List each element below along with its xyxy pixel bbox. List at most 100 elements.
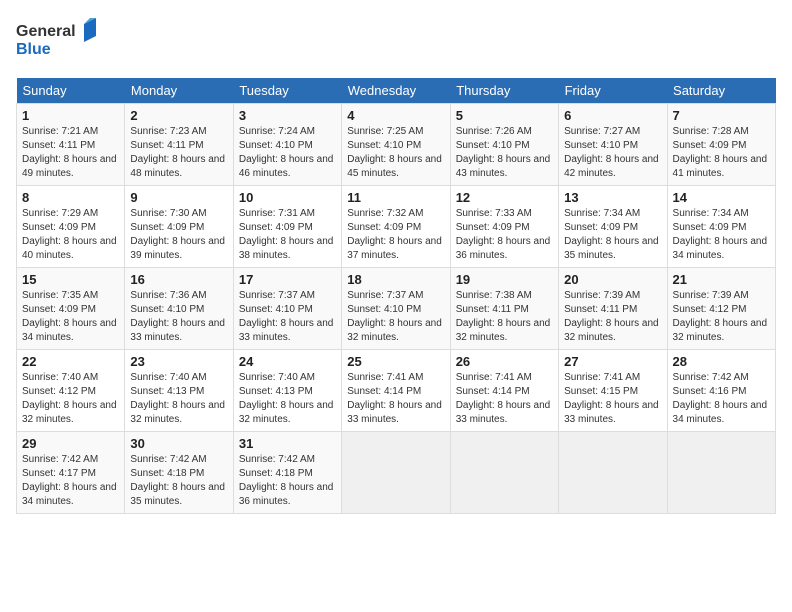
calendar-week-5: 29 Sunrise: 7:42 AM Sunset: 4:17 PM Dayl… [17, 432, 776, 514]
sunset-label: Sunset: 4:09 PM [347, 222, 421, 233]
day-number: 30 [130, 436, 227, 451]
day-number: 1 [22, 108, 119, 123]
day-info: Sunrise: 7:24 AM Sunset: 4:10 PM Dayligh… [239, 125, 336, 181]
daylight-label: Daylight: 8 hours and 45 minutes. [347, 154, 442, 179]
calendar-cell: 29 Sunrise: 7:42 AM Sunset: 4:17 PM Dayl… [17, 432, 125, 514]
day-info: Sunrise: 7:37 AM Sunset: 4:10 PM Dayligh… [239, 289, 336, 345]
calendar-cell [342, 432, 450, 514]
day-header-friday: Friday [559, 78, 667, 104]
sunrise-label: Sunrise: 7:41 AM [347, 372, 423, 383]
day-info: Sunrise: 7:33 AM Sunset: 4:09 PM Dayligh… [456, 207, 553, 263]
sunset-label: Sunset: 4:16 PM [673, 386, 747, 397]
sunrise-label: Sunrise: 7:27 AM [564, 126, 640, 137]
daylight-label: Daylight: 8 hours and 32 minutes. [564, 318, 659, 343]
calendar-cell: 6 Sunrise: 7:27 AM Sunset: 4:10 PM Dayli… [559, 104, 667, 186]
calendar-cell [667, 432, 775, 514]
sunrise-label: Sunrise: 7:28 AM [673, 126, 749, 137]
sunrise-label: Sunrise: 7:41 AM [456, 372, 532, 383]
day-number: 12 [456, 190, 553, 205]
sunset-label: Sunset: 4:11 PM [564, 304, 637, 315]
calendar-cell: 5 Sunrise: 7:26 AM Sunset: 4:10 PM Dayli… [450, 104, 558, 186]
svg-text:Blue: Blue [16, 41, 51, 58]
day-info: Sunrise: 7:31 AM Sunset: 4:09 PM Dayligh… [239, 207, 336, 263]
day-number: 19 [456, 272, 553, 287]
day-info: Sunrise: 7:40 AM Sunset: 4:12 PM Dayligh… [22, 371, 119, 427]
sunset-label: Sunset: 4:12 PM [673, 304, 747, 315]
sunset-label: Sunset: 4:09 PM [456, 222, 530, 233]
calendar-cell: 28 Sunrise: 7:42 AM Sunset: 4:16 PM Dayl… [667, 350, 775, 432]
day-info: Sunrise: 7:38 AM Sunset: 4:11 PM Dayligh… [456, 289, 553, 345]
day-number: 16 [130, 272, 227, 287]
day-number: 31 [239, 436, 336, 451]
day-number: 24 [239, 354, 336, 369]
daylight-label: Daylight: 8 hours and 49 minutes. [22, 154, 117, 179]
daylight-label: Daylight: 8 hours and 32 minutes. [22, 400, 117, 425]
daylight-label: Daylight: 8 hours and 39 minutes. [130, 236, 225, 261]
calendar-cell: 4 Sunrise: 7:25 AM Sunset: 4:10 PM Dayli… [342, 104, 450, 186]
sunrise-label: Sunrise: 7:34 AM [673, 208, 749, 219]
sunset-label: Sunset: 4:13 PM [130, 386, 204, 397]
day-info: Sunrise: 7:42 AM Sunset: 4:16 PM Dayligh… [673, 371, 770, 427]
daylight-label: Daylight: 8 hours and 48 minutes. [130, 154, 225, 179]
sunrise-label: Sunrise: 7:39 AM [673, 290, 749, 301]
day-header-thursday: Thursday [450, 78, 558, 104]
sunset-label: Sunset: 4:10 PM [347, 304, 421, 315]
calendar-cell: 22 Sunrise: 7:40 AM Sunset: 4:12 PM Dayl… [17, 350, 125, 432]
day-info: Sunrise: 7:29 AM Sunset: 4:09 PM Dayligh… [22, 207, 119, 263]
day-number: 14 [673, 190, 770, 205]
calendar-cell: 18 Sunrise: 7:37 AM Sunset: 4:10 PM Dayl… [342, 268, 450, 350]
calendar-cell [559, 432, 667, 514]
calendar-cell: 12 Sunrise: 7:33 AM Sunset: 4:09 PM Dayl… [450, 186, 558, 268]
day-number: 13 [564, 190, 661, 205]
sunset-label: Sunset: 4:14 PM [347, 386, 421, 397]
day-info: Sunrise: 7:41 AM Sunset: 4:15 PM Dayligh… [564, 371, 661, 427]
sunrise-label: Sunrise: 7:25 AM [347, 126, 423, 137]
calendar-week-1: 1 Sunrise: 7:21 AM Sunset: 4:11 PM Dayli… [17, 104, 776, 186]
calendar-week-2: 8 Sunrise: 7:29 AM Sunset: 4:09 PM Dayli… [17, 186, 776, 268]
daylight-label: Daylight: 8 hours and 32 minutes. [130, 400, 225, 425]
calendar-cell: 20 Sunrise: 7:39 AM Sunset: 4:11 PM Dayl… [559, 268, 667, 350]
calendar-cell: 21 Sunrise: 7:39 AM Sunset: 4:12 PM Dayl… [667, 268, 775, 350]
daylight-label: Daylight: 8 hours and 32 minutes. [347, 318, 442, 343]
sunrise-label: Sunrise: 7:35 AM [22, 290, 98, 301]
daylight-label: Daylight: 8 hours and 41 minutes. [673, 154, 768, 179]
day-number: 5 [456, 108, 553, 123]
sunrise-label: Sunrise: 7:21 AM [22, 126, 98, 137]
sunrise-label: Sunrise: 7:36 AM [130, 290, 206, 301]
sunset-label: Sunset: 4:10 PM [130, 304, 204, 315]
daylight-label: Daylight: 8 hours and 32 minutes. [239, 400, 334, 425]
calendar-cell: 23 Sunrise: 7:40 AM Sunset: 4:13 PM Dayl… [125, 350, 233, 432]
calendar-cell: 31 Sunrise: 7:42 AM Sunset: 4:18 PM Dayl… [233, 432, 341, 514]
sunrise-label: Sunrise: 7:37 AM [347, 290, 423, 301]
sunrise-label: Sunrise: 7:40 AM [239, 372, 315, 383]
daylight-label: Daylight: 8 hours and 35 minutes. [564, 236, 659, 261]
day-header-saturday: Saturday [667, 78, 775, 104]
sunrise-label: Sunrise: 7:26 AM [456, 126, 532, 137]
sunset-label: Sunset: 4:11 PM [456, 304, 529, 315]
day-number: 2 [130, 108, 227, 123]
day-info: Sunrise: 7:25 AM Sunset: 4:10 PM Dayligh… [347, 125, 444, 181]
calendar-cell: 1 Sunrise: 7:21 AM Sunset: 4:11 PM Dayli… [17, 104, 125, 186]
calendar-cell: 27 Sunrise: 7:41 AM Sunset: 4:15 PM Dayl… [559, 350, 667, 432]
day-info: Sunrise: 7:39 AM Sunset: 4:11 PM Dayligh… [564, 289, 661, 345]
sunrise-label: Sunrise: 7:34 AM [564, 208, 640, 219]
svg-text:General: General [16, 23, 76, 40]
daylight-label: Daylight: 8 hours and 33 minutes. [239, 318, 334, 343]
sunrise-label: Sunrise: 7:24 AM [239, 126, 315, 137]
calendar-table: SundayMondayTuesdayWednesdayThursdayFrid… [16, 78, 776, 514]
day-info: Sunrise: 7:35 AM Sunset: 4:09 PM Dayligh… [22, 289, 119, 345]
sunrise-label: Sunrise: 7:40 AM [130, 372, 206, 383]
sunset-label: Sunset: 4:13 PM [239, 386, 313, 397]
daylight-label: Daylight: 8 hours and 36 minutes. [239, 482, 334, 507]
day-number: 10 [239, 190, 336, 205]
page-container: General Blue SundayMondayTuesdayWednesda… [0, 0, 792, 524]
sunrise-label: Sunrise: 7:40 AM [22, 372, 98, 383]
day-info: Sunrise: 7:40 AM Sunset: 4:13 PM Dayligh… [130, 371, 227, 427]
sunset-label: Sunset: 4:09 PM [673, 222, 747, 233]
day-number: 26 [456, 354, 553, 369]
calendar-cell: 3 Sunrise: 7:24 AM Sunset: 4:10 PM Dayli… [233, 104, 341, 186]
daylight-label: Daylight: 8 hours and 46 minutes. [239, 154, 334, 179]
daylight-label: Daylight: 8 hours and 34 minutes. [673, 400, 768, 425]
calendar-cell: 30 Sunrise: 7:42 AM Sunset: 4:18 PM Dayl… [125, 432, 233, 514]
calendar-cell: 8 Sunrise: 7:29 AM Sunset: 4:09 PM Dayli… [17, 186, 125, 268]
